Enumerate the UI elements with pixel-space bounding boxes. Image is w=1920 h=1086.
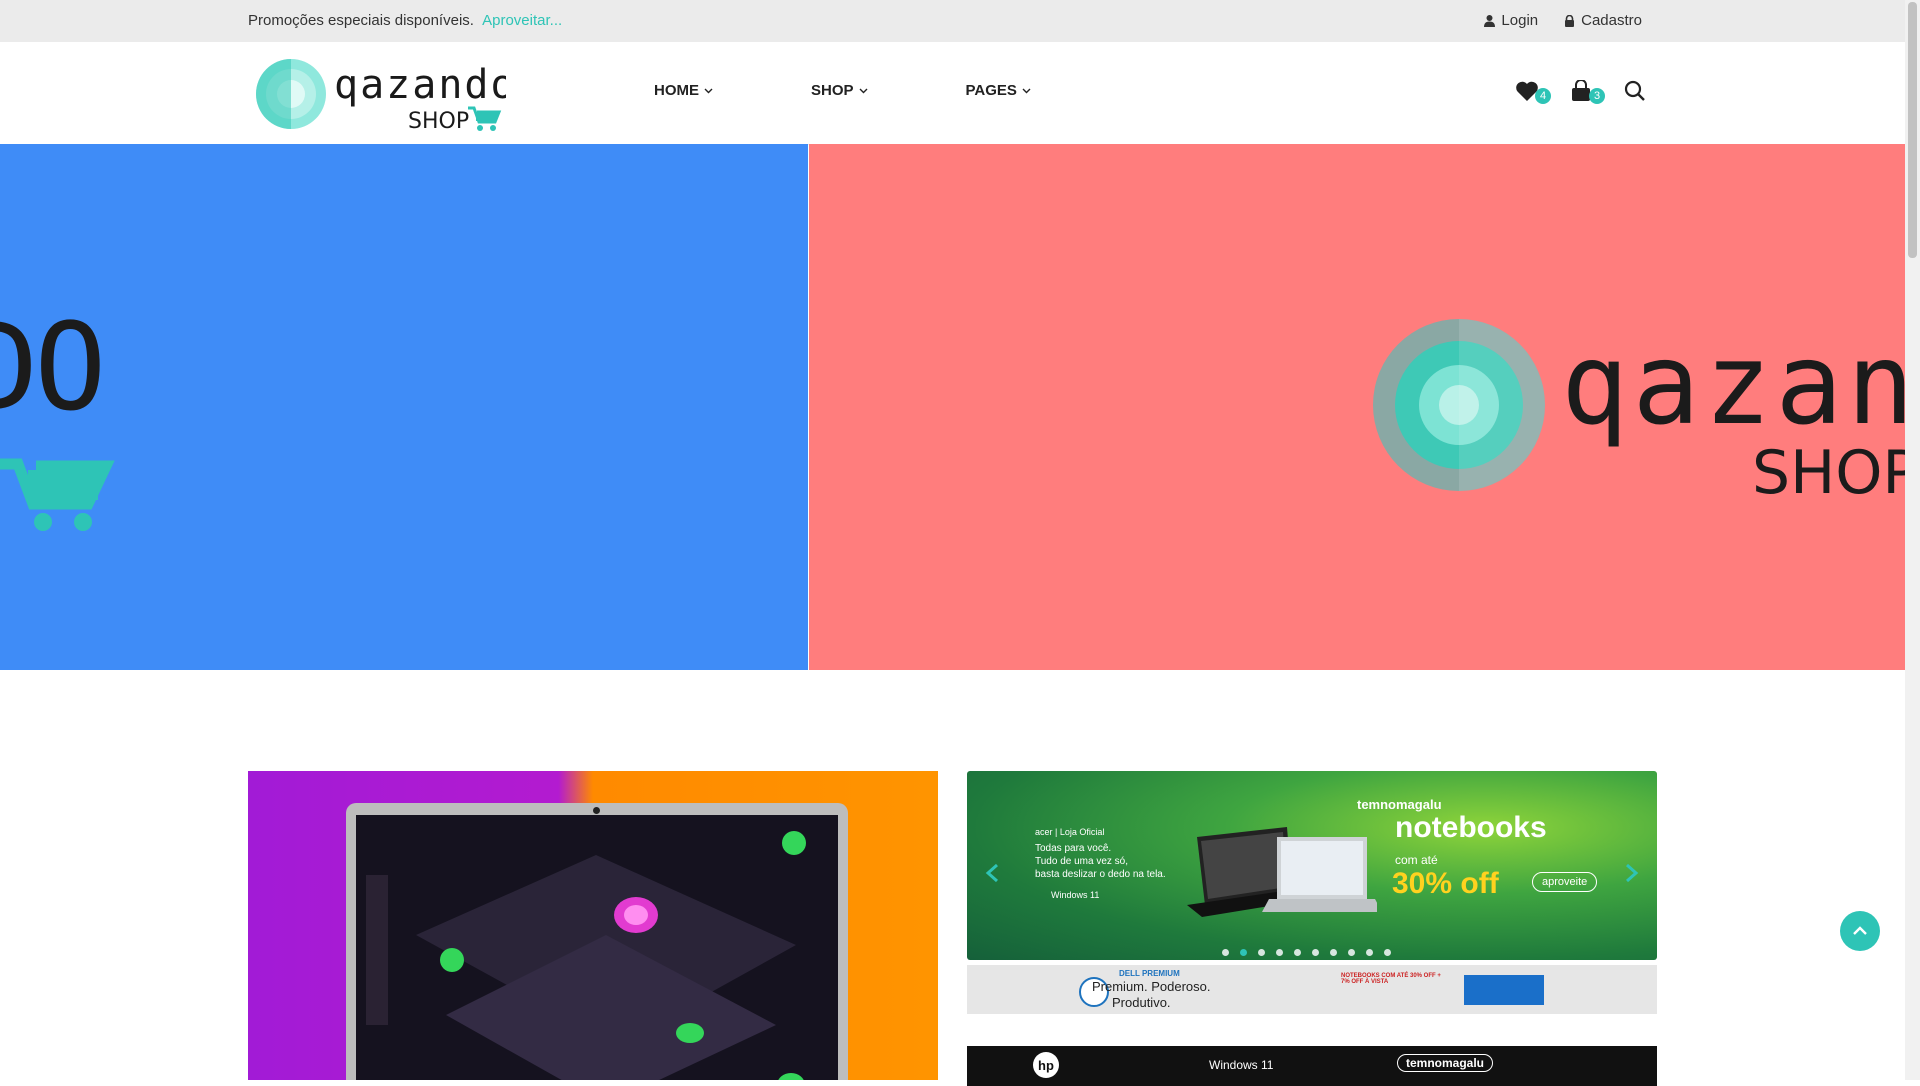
carousel-dot[interactable]: [1240, 949, 1247, 956]
wishlist-button[interactable]: 4: [1515, 80, 1551, 104]
carousel-acer-label: acer | Loja Oficial: [1035, 827, 1105, 837]
login-label: Login: [1501, 12, 1539, 29]
camera-dot: [593, 807, 600, 814]
laptop-image: [346, 803, 848, 1080]
promo-link[interactable]: Aproveitar...: [482, 12, 562, 29]
main-header: qazando SHOP HOME SHOP PAGES 4 3: [0, 42, 1905, 145]
chevron-down-icon: [1022, 88, 1031, 93]
nav-pages-label: PAGES: [965, 82, 1017, 99]
cart-count-badge: 3: [1589, 88, 1605, 104]
search-button[interactable]: [1623, 80, 1649, 104]
laptops-image: [1187, 827, 1377, 917]
logo-graphic: qazando SHOP: [256, 59, 515, 134]
hp-ad-banner[interactable]: hp Windows 11 temnomagalu: [967, 1046, 1657, 1086]
nav-shop-label: SHOP: [811, 82, 854, 99]
nav-shop[interactable]: SHOP: [811, 82, 868, 99]
user-icon: [1484, 14, 1496, 27]
carousel-dot[interactable]: [1330, 949, 1337, 956]
lock-icon: [1565, 14, 1575, 27]
register-link[interactable]: Cadastro: [1564, 12, 1642, 29]
wishlist-count-badge: 4: [1535, 88, 1551, 104]
carousel-headline: notebooks: [1395, 811, 1547, 844]
carousel-dot[interactable]: [1222, 949, 1229, 956]
game-screenshot: [356, 815, 838, 1080]
hp-logo-icon: hp: [1033, 1052, 1059, 1078]
dell-ad-promo: NOTEBOOKS COM ATÉ 30% OFF + 7% OFF À VIS…: [1341, 973, 1441, 985]
dell-ad-brand: DELL PREMIUM: [1119, 969, 1180, 978]
header-actions: 4 3: [1515, 79, 1649, 104]
dell-ad-text-2: Produtivo.: [1112, 995, 1171, 1010]
carousel-dot[interactable]: [1276, 949, 1283, 956]
nav-home[interactable]: HOME: [654, 82, 713, 99]
cart-button[interactable]: 3: [1569, 79, 1605, 104]
login-link[interactable]: Login: [1484, 12, 1538, 29]
hero-slider[interactable]: DO qazando SHOP: [0, 144, 1905, 670]
top-bar: Promoções especiais disponíveis. Aprovei…: [0, 0, 1905, 42]
main-nav: HOME SHOP PAGES: [654, 82, 1031, 99]
carousel-prev-icon[interactable]: [984, 863, 1000, 883]
carousel-dot[interactable]: [1312, 949, 1319, 956]
dell-ad-text-1: Premium. Poderoso.: [1092, 979, 1211, 994]
nav-home-label: HOME: [654, 82, 699, 99]
carousel-dot[interactable]: [1258, 949, 1265, 956]
account-links: Login Cadastro: [1484, 12, 1642, 29]
nav-pages[interactable]: PAGES: [966, 82, 1031, 99]
search-icon: [1624, 80, 1645, 101]
page-scrollbar[interactable]: [1905, 0, 1920, 1080]
scrollbar-thumb[interactable]: [1908, 2, 1917, 258]
dell-ad-banner[interactable]: DELL PREMIUM Premium. Poderoso. Produtiv…: [967, 965, 1657, 1014]
hero-slide-right: qazando SHOP: [809, 144, 1905, 670]
carousel-dot[interactable]: [1384, 949, 1391, 956]
back-to-top-button[interactable]: [1840, 911, 1880, 951]
promo-text: Promoções especiais disponíveis.: [248, 12, 474, 29]
carousel-brand-tag: temnomagalu: [1357, 797, 1442, 812]
carousel-cta-button[interactable]: aproveite: [1532, 872, 1598, 892]
intel-badges-image: [1464, 975, 1544, 1005]
chevron-down-icon: [859, 88, 868, 93]
carousel-acer-line-3: basta deslizar o dedo na tela.: [1035, 869, 1166, 880]
hero-slide-left: DO: [0, 144, 808, 670]
carousel-dot[interactable]: [1294, 949, 1301, 956]
svg-text:qazando: qazando: [334, 62, 506, 108]
carousel-dot[interactable]: [1366, 949, 1373, 956]
game-scene-graphic: [356, 815, 838, 1080]
chevron-down-icon: [704, 88, 713, 93]
hero-right-brand: qazando: [1561, 320, 1905, 450]
promo-carousel[interactable]: temnomagalu notebooks com até 30% off ap…: [967, 771, 1657, 960]
carousel-next-icon[interactable]: [1624, 863, 1640, 883]
carousel-acer-line-1: Todas para você.: [1035, 843, 1112, 854]
carousel-windows-label: Windows 11: [1051, 890, 1100, 900]
featured-banner[interactable]: [248, 771, 938, 1080]
carousel-acer-line-2: Tudo de uma vez só,: [1035, 856, 1129, 867]
carousel-discount: 30% off: [1392, 867, 1499, 900]
carousel-dot[interactable]: [1348, 949, 1355, 956]
cart-icon: [0, 458, 115, 531]
carousel-dots: [1222, 949, 1391, 956]
chevron-up-icon: [1853, 926, 1867, 935]
site-logo[interactable]: qazando SHOP: [256, 56, 515, 136]
logo-circle-graphic: [1373, 319, 1545, 491]
register-label: Cadastro: [1581, 12, 1642, 29]
svg-text:SHOP: SHOP: [408, 109, 469, 134]
hero-right-sub: SHOP: [1752, 438, 1905, 508]
hero-left-logo-text: DO: [0, 299, 106, 438]
promo-message: Promoções especiais disponíveis. Aprovei…: [248, 12, 562, 29]
carousel-subline: com até: [1395, 853, 1438, 867]
hp-ad-windows: Windows 11: [1209, 1058, 1274, 1072]
hp-ad-brand-tag: temnomagalu: [1397, 1054, 1494, 1072]
